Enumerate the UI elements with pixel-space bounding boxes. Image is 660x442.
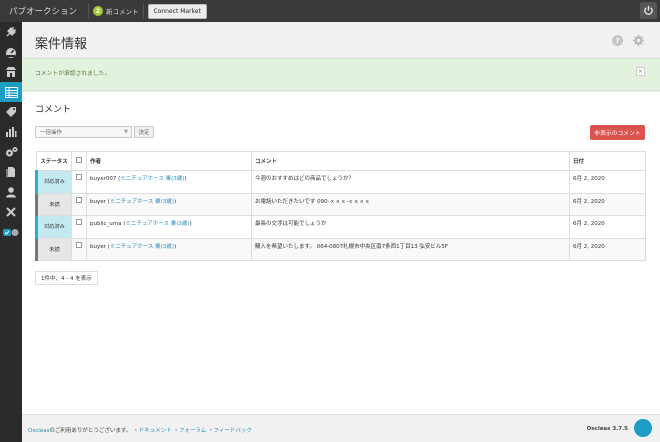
author-cell: buyer007 (ミニチュアホース 乗(3歳)) [86,170,252,194]
wrench-icon[interactable] [0,202,22,222]
table-header-row: ステータス 作者 コメント 日付 [36,151,646,171]
author-listing-link[interactable]: ミニチュアホース 乗(3歳) [110,244,174,250]
status-badge: 未読 [35,237,72,261]
help-icon[interactable]: ? [612,35,623,46]
bar-chart-icon[interactable] [0,122,22,142]
status-badge: 対応済み [35,170,72,194]
author-cell: buyer (ミニチュアホース 乗(3歳)) [86,237,252,261]
new-comments-indicator[interactable]: 2 新コメント [88,3,144,19]
footer-docs-link[interactable]: ドキュメント [139,428,172,434]
connect-market-button[interactable]: Connect Market [147,3,207,19]
author-name: public_uma [90,221,122,227]
table-row[interactable]: 未読 buyer (ミニチュアホース 乗(3歳)) お電話いただきたいです 09… [35,192,646,216]
notice-text: コメントが承認されました。 [35,71,111,77]
table-row[interactable]: 対応済み buyer007 (ミニチュアホース 乗(3歳)) 今週のおすすめはど… [35,170,646,194]
hidden-comments-button[interactable]: 非表示のコメント [590,125,645,140]
date-cell: 6月 2, 2020 [569,237,646,261]
row-checkbox[interactable] [71,237,87,261]
tag-icon[interactable] [0,102,22,122]
page-title: 案件情報 [35,37,88,52]
app-title[interactable]: パブオークション [0,5,88,17]
gears-icon[interactable] [0,142,22,162]
column-header-comment[interactable]: コメント [251,151,570,171]
author-listing-link[interactable]: ミニチュアホース 乗(3歳) [110,199,174,205]
author-name: buyer [90,198,106,205]
user-icon[interactable] [0,182,22,202]
status-badge: 対応済み [35,215,72,239]
bulk-action-select[interactable]: 一括操作 ▼ [35,126,132,138]
footer-brand-link[interactable]: Oscleas [28,428,49,434]
toggle-icon[interactable] [0,222,22,242]
pagination-info: 1件中、4 - 4 を表示 [35,271,98,285]
author-listing-link[interactable]: ミニチュアホース 乗(3歳) [125,221,189,227]
power-icon[interactable] [640,2,657,19]
version-label: Oscleas 3.7.5 [586,426,628,432]
comments-table: ステータス 作者 コメント 日付 対応済み buyer007 (ミニチュアホース… [35,151,646,261]
footer: Oscleasのご利用ありがとうございます。 ・ドキュメント ・フォーラム ・フ… [22,414,660,442]
date-cell: 6月 2, 2020 [569,215,646,239]
column-header-date[interactable]: 日付 [569,151,646,171]
row-checkbox[interactable] [71,170,87,194]
date-cell: 6月 2, 2020 [569,192,646,216]
notice-close-icon[interactable]: × [636,67,645,76]
footer-forum-link[interactable]: フォーラム [179,428,206,434]
footer-thanks: のご利用ありがとうございます。 [49,428,132,434]
comment-count-badge: 2 [93,6,103,16]
table-row[interactable]: 対応済み public_uma (ミニチュアホース 乗(3歳)) 最長の交渉は可… [35,215,646,239]
table-row[interactable]: 未読 buyer (ミニチュアホース 乗(3歳)) 購入を希望いたします。 06… [35,237,646,261]
comment-cell: 今週のおすすめはどの商品でしょうか？ [251,170,570,194]
page-header: 案件情報 ? [22,22,660,58]
column-header-author[interactable]: 作者 [86,151,252,171]
comment-cell: 最長の交渉は可能でしょうか [251,215,570,239]
author-name: buyer [90,243,106,250]
section-title: コメント [35,105,72,115]
chevron-down-icon: ▼ [124,129,128,135]
settings-gear-icon[interactable] [633,35,644,46]
shop-icon[interactable] [0,62,22,82]
pages-icon[interactable] [0,162,22,182]
status-badge: 未読 [35,192,72,216]
brand-logo-icon [634,419,652,437]
sidebar [0,22,22,442]
row-checkbox[interactable] [71,192,87,216]
row-checkbox[interactable] [71,215,87,239]
table-icon[interactable] [0,82,22,102]
comment-cell: お電話いただきたいです 090-ｘｘｘ-ｘｘｘｘ [251,192,570,216]
main-content: コメント 一括操作 ▼ 決定 非表示のコメント ステータス 作者 コメント 日付… [22,92,660,414]
footer-text: Oscleasのご利用ありがとうございます。 ・ドキュメント ・フォーラム ・フ… [28,426,252,434]
author-cell: buyer (ミニチュアホース 乗(3歳)) [86,192,252,216]
date-cell: 6月 2, 2020 [569,170,646,194]
footer-feedback-link[interactable]: フィードバック [213,428,251,434]
bulk-action-value: 一括操作 [40,130,63,136]
bulk-apply-button[interactable]: 決定 [134,126,154,138]
column-header-status[interactable]: ステータス [36,151,72,171]
new-comments-label: 新コメント [106,8,139,16]
top-bar: パブオークション 2 新コメント Connect Market [0,0,660,22]
author-listing-link[interactable]: ミニチュアホース 乗(3歳) [120,176,184,182]
plug-icon[interactable] [0,22,22,42]
select-all-checkbox[interactable] [71,151,87,171]
gauge-icon[interactable] [0,42,22,62]
author-cell: public_uma (ミニチュアホース 乗(3歳)) [86,215,252,239]
success-notice: コメントが承認されました。 × [22,58,660,91]
comment-cell: 購入を希望いたします。 064-0807札幌市中央区南7条西1丁目13 弘安ビル… [251,237,570,261]
author-name: buyer007 [90,176,117,182]
